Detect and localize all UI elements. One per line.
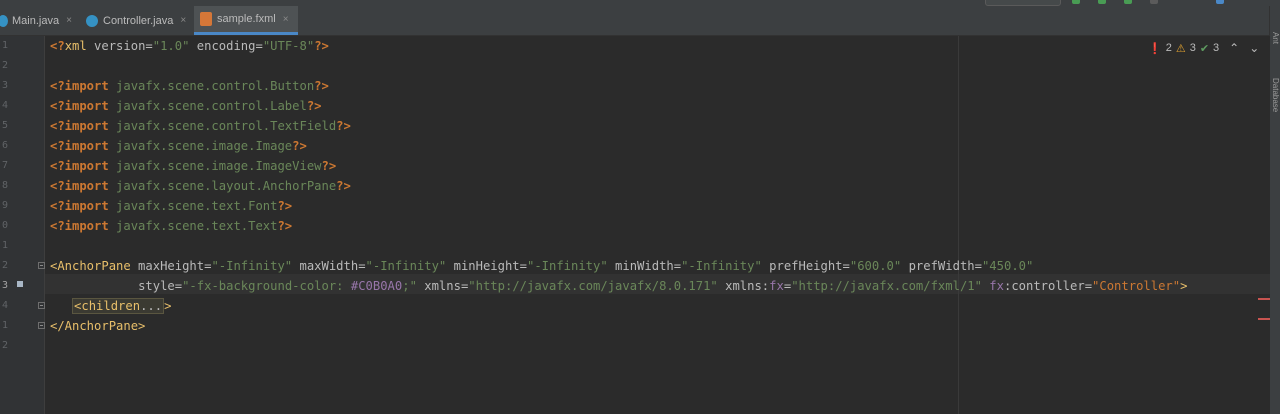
code-text[interactable]: <?xml version="1.0" encoding="UTF-8"?> <… bbox=[50, 36, 1187, 400]
bookmark-marker-icon[interactable] bbox=[17, 281, 23, 287]
line-number: 7 bbox=[1, 160, 8, 171]
tab-sample-fxml[interactable]: sample.fxml × bbox=[194, 6, 298, 35]
line-number: 6 bbox=[1, 140, 8, 151]
coverage-icon[interactable] bbox=[1124, 0, 1132, 4]
code-line: <?xml version="1.0" encoding="UTF-8"?> bbox=[50, 39, 329, 53]
stop-icon[interactable] bbox=[1150, 0, 1158, 4]
editor-tab-bar: Main.java × Controller.java × sample.fxm… bbox=[0, 6, 1270, 36]
line-number: 2 bbox=[1, 340, 8, 351]
code-line: <?import javafx.scene.control.Label?> bbox=[50, 99, 322, 113]
code-editor[interactable]: <?xml version="1.0" encoding="UTF-8"?> <… bbox=[45, 36, 1270, 414]
code-line: style="-fx-background-color: #C0B0A0;" x… bbox=[138, 279, 1188, 293]
code-line: <children... > bbox=[72, 298, 172, 314]
code-line: <AnchorPane maxHeight="-Infinity" maxWid… bbox=[50, 259, 1034, 273]
error-icon: ❗ bbox=[1148, 42, 1162, 55]
code-line: <?import javafx.scene.control.Button?> bbox=[50, 79, 329, 93]
line-number: 1 bbox=[1, 320, 8, 331]
code-line: </AnchorPane> bbox=[50, 319, 146, 333]
tab-label: Main.java bbox=[12, 14, 60, 27]
right-tool-window-strip: Ant Database bbox=[1269, 6, 1280, 414]
warning-icon: ⚠ bbox=[1175, 42, 1186, 55]
tab-label: Controller.java bbox=[103, 14, 174, 27]
tab-main-java[interactable]: Main.java × bbox=[0, 6, 78, 35]
line-number: 8 bbox=[1, 180, 8, 191]
inspection-widget[interactable]: ❗ 2 ⚠ 3 ✔ 3 ⌃ ⌄ bbox=[1148, 40, 1259, 56]
code-line: <?import javafx.scene.text.Text?> bbox=[50, 219, 293, 233]
close-icon[interactable]: × bbox=[180, 15, 186, 26]
code-line: <?import javafx.scene.image.Image?> bbox=[50, 139, 307, 153]
close-icon[interactable]: × bbox=[66, 15, 72, 26]
right-margin-guide bbox=[958, 36, 959, 414]
fold-toggle-icon[interactable] bbox=[38, 322, 45, 329]
tool-window-database[interactable]: Database bbox=[1271, 78, 1280, 112]
line-number: 4 bbox=[1, 300, 8, 311]
tab-controller-java[interactable]: Controller.java × bbox=[86, 6, 192, 35]
line-number: 4 bbox=[1, 100, 8, 111]
code-line: <?import javafx.scene.layout.AnchorPane?… bbox=[50, 179, 351, 193]
tool-window-ant[interactable]: Ant bbox=[1271, 32, 1280, 44]
code-line: <?import javafx.scene.image.ImageView?> bbox=[50, 159, 337, 173]
previous-highlight-icon[interactable]: ⌃ bbox=[1229, 41, 1239, 55]
project-structure-icon[interactable] bbox=[1216, 0, 1224, 4]
line-number: 2 bbox=[1, 260, 8, 271]
line-number: 0 bbox=[1, 220, 8, 231]
line-number: 1 bbox=[1, 40, 8, 51]
current-line-number: 3 bbox=[1, 280, 8, 291]
warning-count: 3 bbox=[1189, 42, 1196, 54]
fold-toggle-icon[interactable] bbox=[38, 262, 45, 269]
line-number: 3 bbox=[1, 80, 8, 91]
code-line: <?import javafx.scene.control.TextField?… bbox=[50, 119, 351, 133]
line-number: 2 bbox=[1, 60, 8, 71]
run-icon[interactable] bbox=[1072, 0, 1080, 4]
error-stripe-marker[interactable] bbox=[1258, 298, 1270, 300]
folded-region[interactable]: <children... bbox=[72, 298, 165, 314]
typo-count: 3 bbox=[1213, 42, 1220, 54]
java-class-icon bbox=[86, 14, 98, 27]
error-stripe-marker[interactable] bbox=[1258, 318, 1270, 320]
java-class-icon bbox=[0, 14, 8, 27]
error-count: 2 bbox=[1165, 42, 1172, 54]
line-number: 9 bbox=[1, 200, 8, 211]
next-highlight-icon[interactable]: ⌄ bbox=[1249, 41, 1259, 55]
code-line: <?import javafx.scene.text.Font?> bbox=[50, 199, 293, 213]
close-icon[interactable]: × bbox=[283, 14, 289, 25]
tab-label: sample.fxml bbox=[217, 13, 276, 25]
debug-icon[interactable] bbox=[1098, 0, 1106, 4]
line-number-gutter: 1 2 3 4 5 6 7 8 9 0 1 2 3 4 1 2 bbox=[0, 36, 45, 414]
fold-toggle-icon[interactable] bbox=[38, 302, 45, 309]
typo-check-icon: ✔ bbox=[1199, 42, 1210, 55]
fxml-file-icon bbox=[200, 12, 212, 26]
line-number: 1 bbox=[1, 240, 8, 251]
line-number: 5 bbox=[1, 120, 8, 131]
